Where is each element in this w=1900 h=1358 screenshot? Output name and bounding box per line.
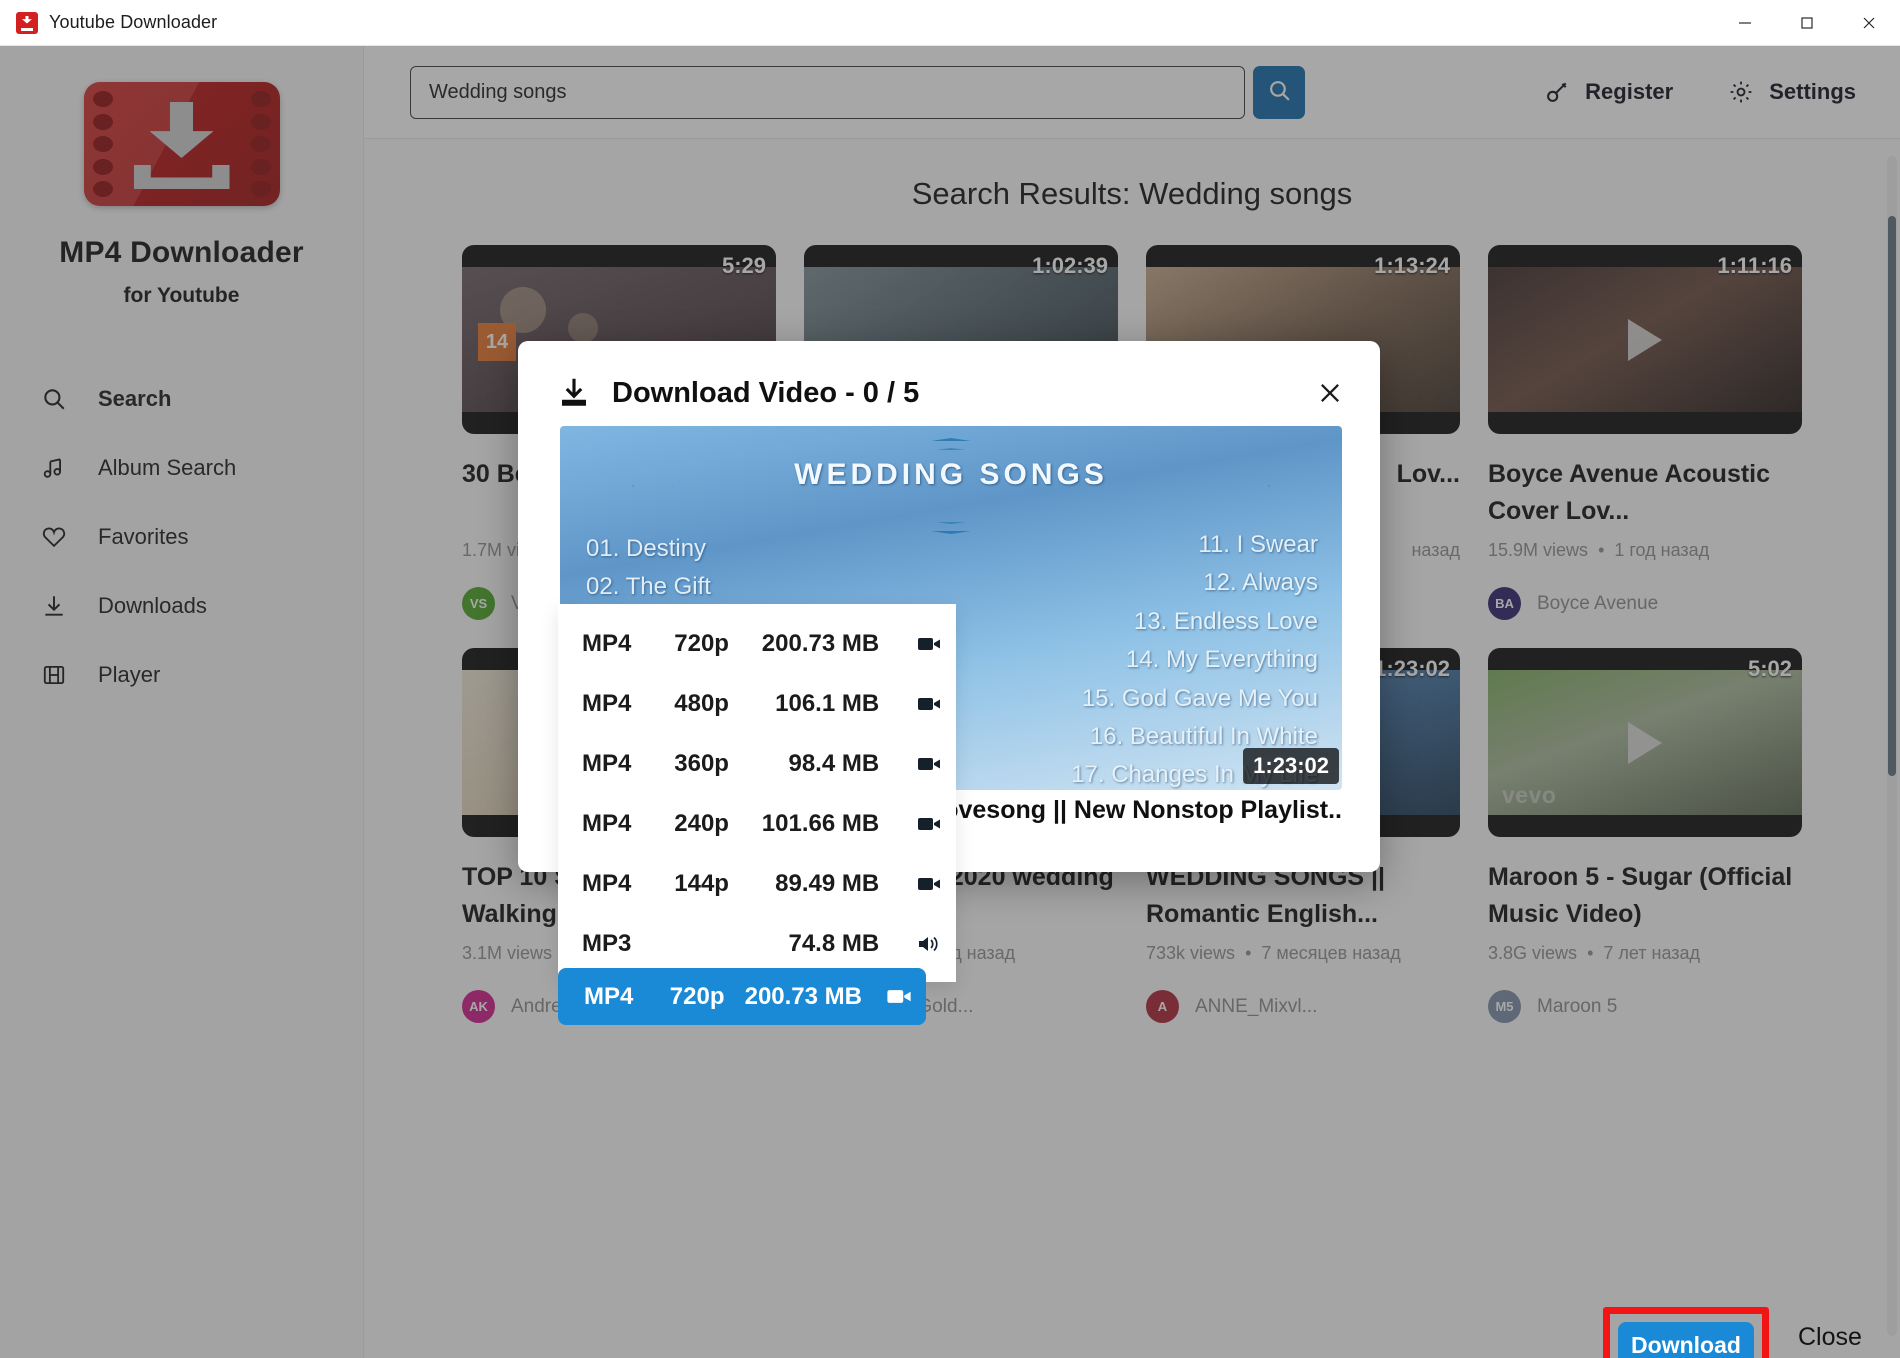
- app-logo-icon: [16, 11, 38, 34]
- title-bar: Youtube Downloader: [0, 0, 1900, 46]
- format-size: 74.8 MB: [788, 930, 880, 957]
- format-size: 101.66 MB: [761, 810, 880, 837]
- dialog-title: Download Video - 0 / 5: [612, 376, 920, 409]
- video-camera-icon: [913, 635, 944, 653]
- format-option[interactable]: MP4 360p 98.4 MB: [558, 734, 956, 794]
- download-button[interactable]: Download: [1618, 1322, 1754, 1358]
- close-icon[interactable]: [1310, 373, 1350, 413]
- format-size: 89.49 MB: [775, 870, 880, 897]
- format-size: 106.1 MB: [775, 690, 880, 717]
- preview-duration: 1:23:02: [1243, 748, 1339, 784]
- window-controls: [1714, 0, 1900, 46]
- selected-format-quality: 720p: [669, 982, 725, 1010]
- cancel-button[interactable]: Close: [1798, 1323, 1862, 1352]
- video-camera-icon: [913, 695, 944, 713]
- selected-format-size: 200.73 MB: [744, 982, 862, 1010]
- download-icon: [556, 375, 592, 411]
- format-size: 200.73 MB: [761, 630, 880, 657]
- close-icon[interactable]: [1838, 0, 1900, 46]
- format-option[interactable]: MP4 240p 101.66 MB: [558, 794, 956, 854]
- window-title: Youtube Downloader: [49, 12, 218, 32]
- video-camera-icon: [913, 755, 944, 773]
- format-quality: 144p: [674, 870, 729, 897]
- format-type: MP4: [582, 870, 632, 897]
- format-quality: 480p: [674, 690, 729, 717]
- format-type: MP4: [582, 690, 632, 717]
- format-type: MP4: [582, 810, 632, 837]
- video-camera-icon: [886, 987, 912, 1006]
- preview-heading: WEDDING SONGS: [794, 458, 1108, 491]
- preview-left-list: 01. Destiny 02. The Gift: [586, 535, 711, 601]
- format-quality: 240p: [674, 810, 729, 837]
- format-option[interactable]: MP4 720p 200.73 MB: [558, 614, 956, 674]
- format-quality: 360p: [674, 750, 729, 777]
- format-type: MP4: [582, 630, 632, 657]
- format-option[interactable]: MP3 74.8 MB: [558, 914, 956, 974]
- download-video-dialog: Download Video - 0 / 5 WEDDING SONGS 01.…: [518, 341, 1862, 1358]
- video-camera-icon: [913, 815, 944, 833]
- dialog-header: Download Video - 0 / 5: [518, 341, 1380, 413]
- app-window: Youtube Downloader MP4 Downloader for Yo…: [0, 0, 1900, 1358]
- format-dropdown-list[interactable]: MP4 720p 200.73 MB MP4 480p 106.1 MB MP4…: [558, 604, 956, 982]
- minimize-icon[interactable]: [1714, 0, 1776, 46]
- format-option[interactable]: MP4 144p 89.49 MB: [558, 854, 956, 914]
- selected-format-type: MP4: [584, 982, 634, 1010]
- speaker-icon: [913, 934, 944, 954]
- format-type: MP4: [582, 750, 632, 777]
- format-type: MP3: [582, 930, 632, 957]
- format-option[interactable]: MP4 480p 106.1 MB: [558, 674, 956, 734]
- format-quality: 720p: [674, 630, 729, 657]
- maximize-icon[interactable]: [1776, 0, 1838, 46]
- video-camera-icon: [913, 875, 944, 893]
- format-size: 98.4 MB: [788, 750, 880, 777]
- selected-format-button[interactable]: MP4 720p 200.73 MB: [558, 968, 926, 1025]
